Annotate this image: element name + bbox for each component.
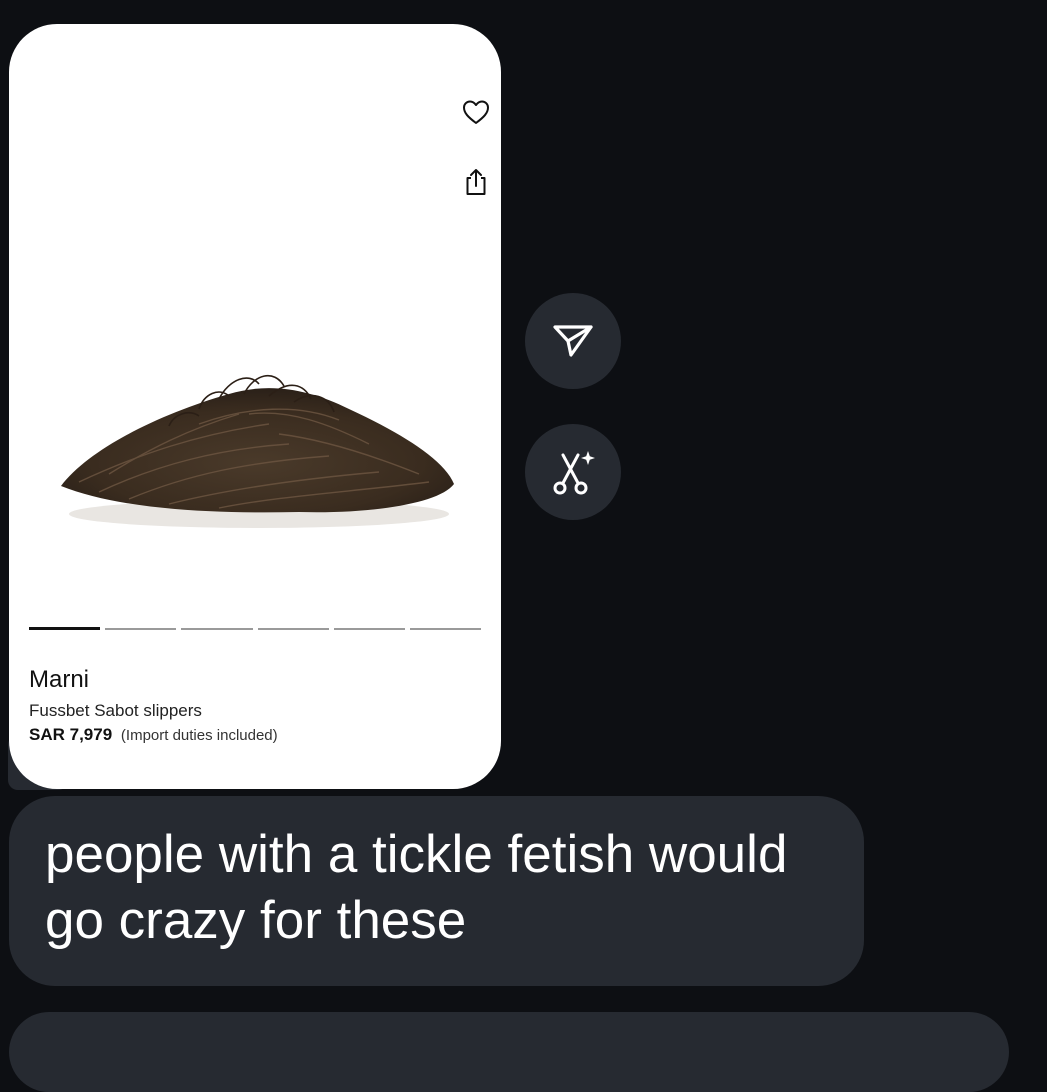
pager-dot[interactable] bbox=[257, 628, 329, 630]
product-card[interactable]: Marni Fussbet Sabot slippers SAR 7,979 (… bbox=[9, 24, 501, 789]
send-button[interactable] bbox=[525, 293, 621, 389]
price-note: (Import duties included) bbox=[120, 727, 278, 744]
share-icon[interactable] bbox=[464, 168, 488, 196]
pager-dot[interactable] bbox=[29, 627, 101, 630]
heart-icon[interactable] bbox=[462, 99, 490, 125]
pager-dot[interactable] bbox=[181, 628, 253, 630]
product-price: SAR 7,979 bbox=[29, 725, 113, 744]
send-icon bbox=[553, 325, 593, 357]
remix-sparkle-icon bbox=[553, 451, 595, 495]
next-message-bubble[interactable] bbox=[9, 1012, 1009, 1092]
pager-dot[interactable] bbox=[105, 628, 177, 630]
pager-dot[interactable] bbox=[409, 628, 482, 630]
pager-dot[interactable] bbox=[333, 628, 405, 630]
product-brand: Marni bbox=[29, 666, 90, 693]
image-pager[interactable] bbox=[29, 627, 482, 630]
price-row: SAR 7,979 (Import duties included) bbox=[29, 725, 278, 745]
remix-button[interactable] bbox=[525, 424, 621, 520]
message-text: people with a tickle fetish would go cra… bbox=[45, 825, 788, 950]
message-bubble[interactable]: people with a tickle fetish would go cra… bbox=[9, 796, 864, 986]
product-name: Fussbet Sabot slippers bbox=[29, 701, 202, 720]
product-image[interactable] bbox=[49, 354, 469, 554]
